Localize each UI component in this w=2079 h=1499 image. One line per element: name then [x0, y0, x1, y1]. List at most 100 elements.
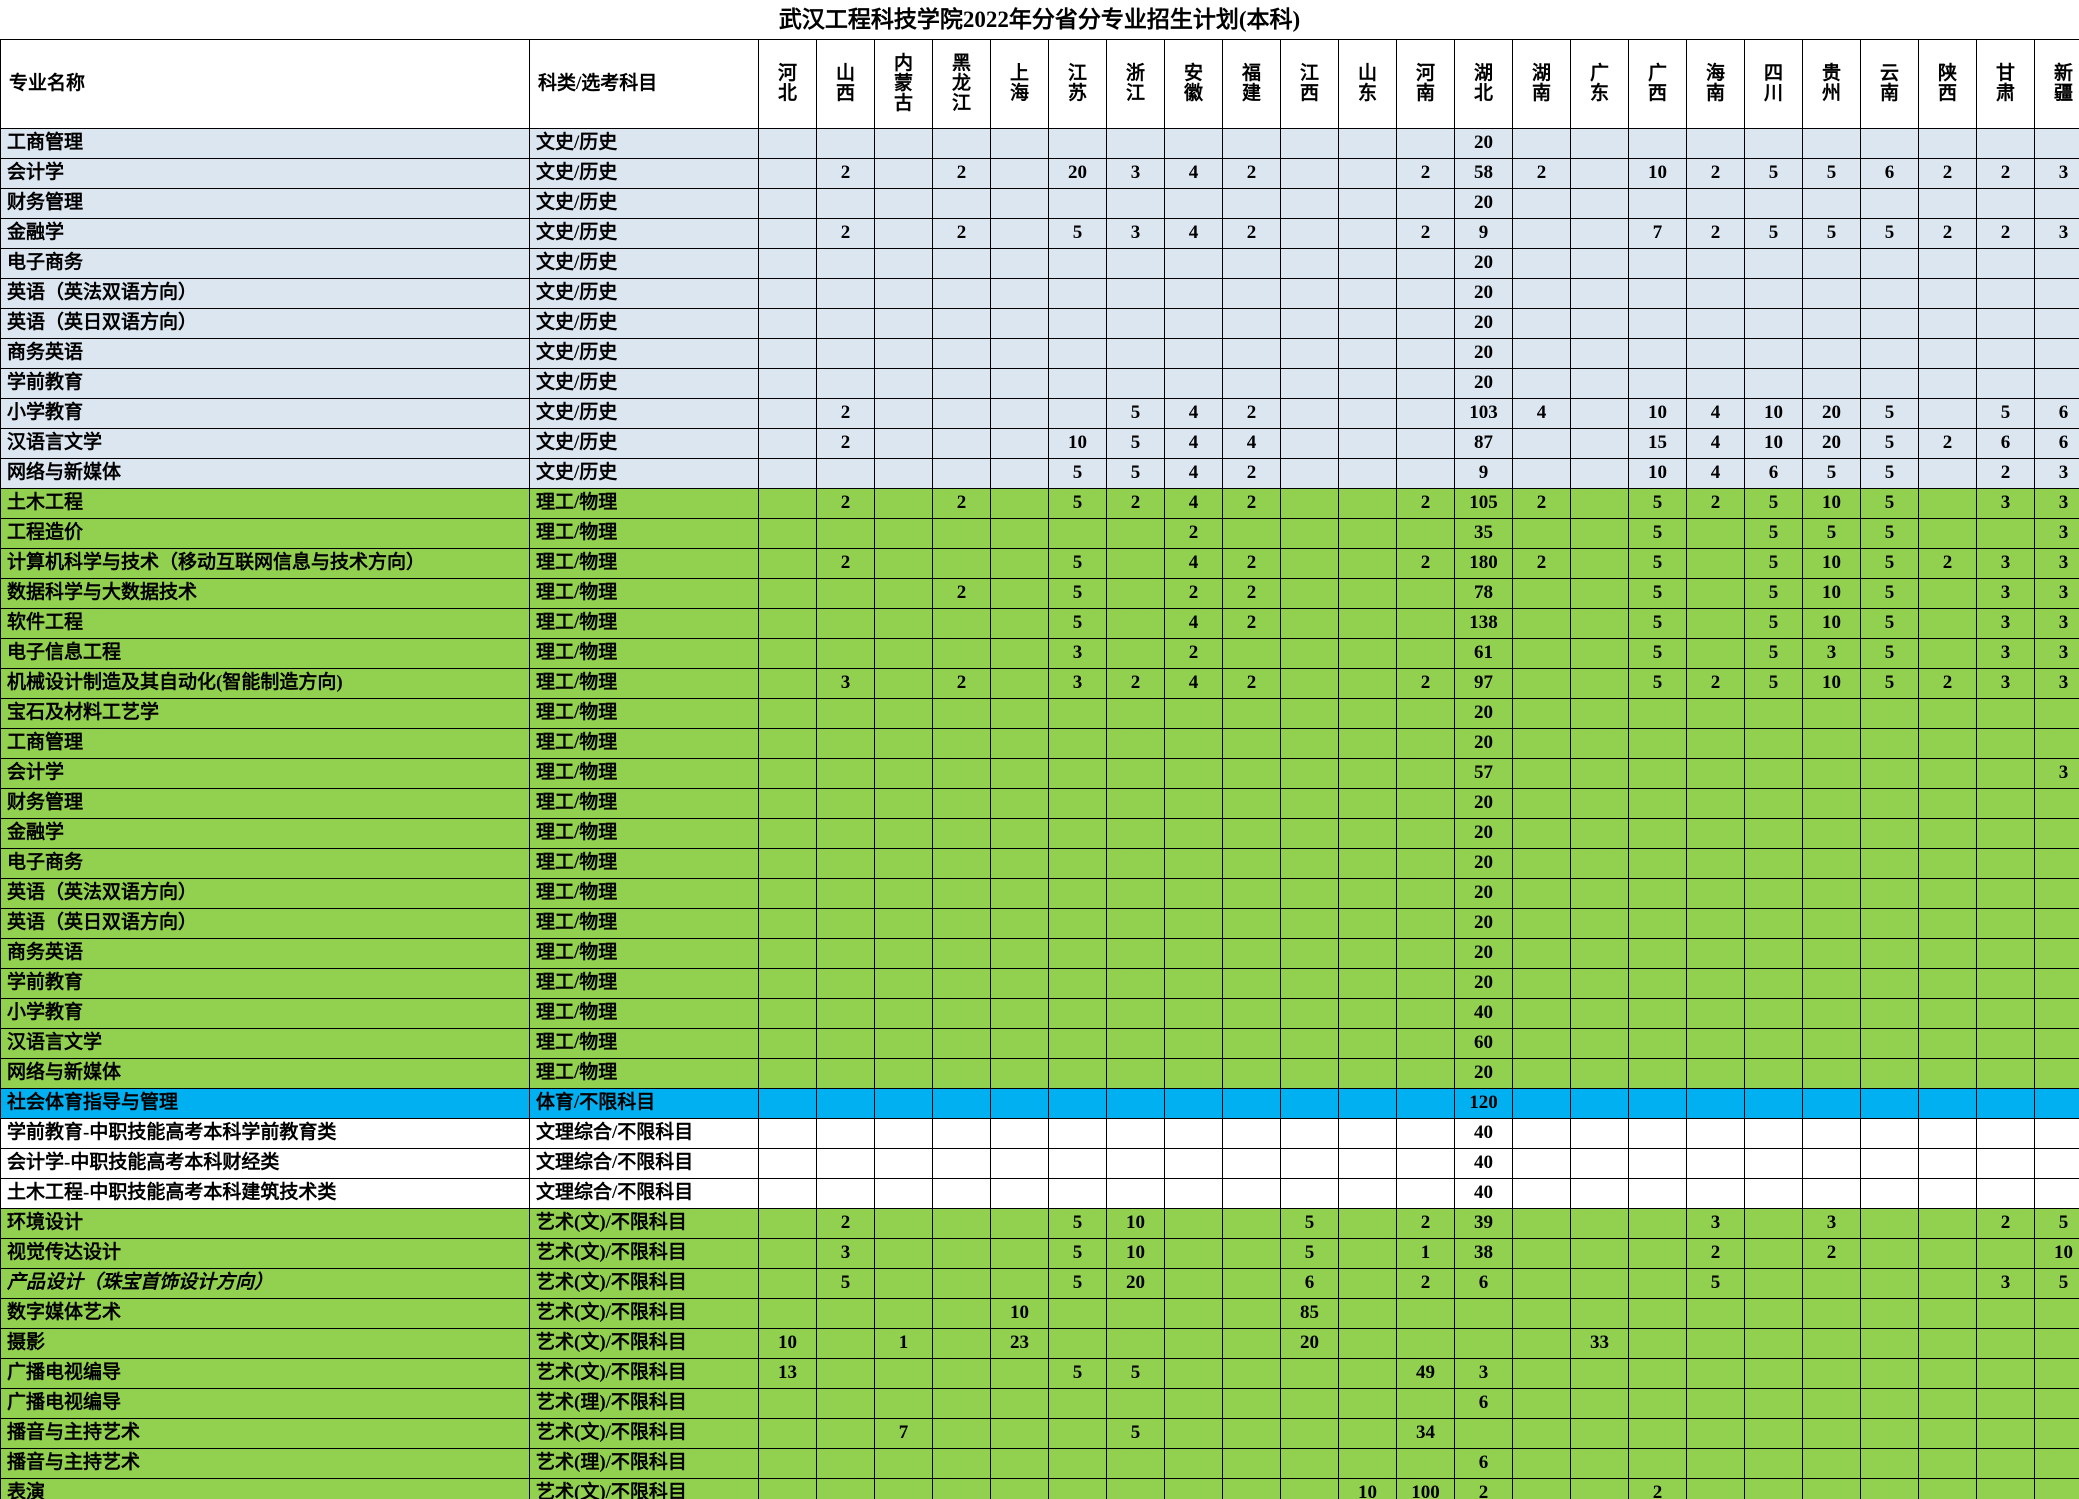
- quota-cell: [1164, 968, 1223, 999]
- quota-cell: [1106, 848, 1165, 879]
- quota-cell: [816, 1148, 875, 1179]
- subject-category-cell: 体育/不限科目: [529, 1088, 759, 1119]
- quota-cell: [932, 1058, 991, 1089]
- subject-category-cell: 艺术(文)/不限科目: [529, 1238, 759, 1269]
- quota-cell: [1976, 818, 2035, 849]
- quota-cell: [932, 1118, 991, 1149]
- province-label: 河北: [777, 62, 797, 104]
- quota-cell: [1512, 788, 1571, 819]
- quota-cell: 3: [1106, 158, 1165, 189]
- quota-cell: [1164, 1268, 1223, 1299]
- quota-cell: [2034, 278, 2079, 309]
- quota-cell: [1222, 1208, 1281, 1239]
- quota-cell: [1164, 1478, 1223, 1499]
- quota-cell: [1686, 578, 1745, 609]
- quota-cell: 33: [1570, 1328, 1629, 1359]
- quota-cell: [1744, 908, 1803, 939]
- province-label: 山东: [1357, 62, 1377, 104]
- quota-cell: [1512, 1028, 1571, 1059]
- quota-cell: [1106, 578, 1165, 609]
- quota-cell: [990, 608, 1049, 639]
- quota-cell: [1570, 128, 1629, 159]
- quota-cell: [758, 938, 817, 969]
- quota-cell: [1222, 278, 1281, 309]
- quota-cell: [1048, 1118, 1107, 1149]
- quota-cell: [1686, 638, 1745, 669]
- quota-cell: [1222, 938, 1281, 969]
- quota-cell: 5: [1744, 518, 1803, 549]
- quota-cell: 2: [1222, 218, 1281, 249]
- quota-cell: [1744, 1148, 1803, 1179]
- quota-cell: [1106, 1118, 1165, 1149]
- quota-cell: [758, 128, 817, 159]
- quota-cell: [1222, 698, 1281, 729]
- quota-cell: [1918, 308, 1977, 339]
- quota-cell: [1338, 968, 1397, 999]
- quota-cell: [1802, 1088, 1861, 1119]
- quota-cell: [874, 368, 933, 399]
- quota-cell: [1512, 1418, 1571, 1449]
- quota-cell: [1338, 308, 1397, 339]
- quota-cell: 20: [1454, 308, 1513, 339]
- major-name-cell: 英语（英日双语方向）: [0, 308, 530, 339]
- quota-cell: [758, 848, 817, 879]
- quota-cell: [1918, 1268, 1977, 1299]
- quota-cell: [990, 1388, 1049, 1419]
- quota-cell: [1106, 368, 1165, 399]
- quota-cell: [1686, 548, 1745, 579]
- subject-category-cell: 艺术(理)/不限科目: [529, 1388, 759, 1419]
- quota-cell: 5: [1860, 458, 1919, 489]
- quota-cell: [816, 908, 875, 939]
- quota-cell: [1628, 308, 1687, 339]
- quota-cell: [758, 188, 817, 219]
- quota-cell: 10: [1628, 158, 1687, 189]
- quota-cell: 7: [1628, 218, 1687, 249]
- major-name-cell: 会计学-中职技能高考本科财经类: [0, 1148, 530, 1179]
- column-header-province: 湖北: [1454, 39, 1513, 129]
- quota-cell: [1918, 1298, 1977, 1329]
- quota-cell: [758, 878, 817, 909]
- quota-cell: 5: [1048, 578, 1107, 609]
- quota-cell: [1106, 1088, 1165, 1119]
- quota-cell: 4: [1164, 218, 1223, 249]
- subject-category-cell: 文理综合/不限科目: [529, 1178, 759, 1209]
- quota-cell: [2034, 248, 2079, 279]
- column-header-province: 广西: [1628, 39, 1687, 129]
- quota-cell: [1106, 698, 1165, 729]
- quota-cell: [932, 908, 991, 939]
- quota-cell: 3: [2034, 518, 2079, 549]
- major-name-cell: 电子商务: [0, 848, 530, 879]
- quota-cell: [1918, 488, 1977, 519]
- quota-cell: [816, 1028, 875, 1059]
- quota-cell: [874, 698, 933, 729]
- column-header-province: 福建: [1222, 39, 1281, 129]
- quota-cell: [1048, 1178, 1107, 1209]
- quota-cell: [1048, 728, 1107, 759]
- quota-cell: [1744, 1208, 1803, 1239]
- quota-cell: [1106, 1298, 1165, 1329]
- quota-cell: [1976, 878, 2035, 909]
- quota-cell: [1918, 1358, 1977, 1389]
- quota-cell: [990, 848, 1049, 879]
- quota-cell: [1570, 458, 1629, 489]
- quota-cell: 97: [1454, 668, 1513, 699]
- quota-cell: [1280, 518, 1339, 549]
- quota-cell: [816, 1418, 875, 1449]
- quota-cell: [1048, 1058, 1107, 1089]
- quota-cell: [1280, 248, 1339, 279]
- quota-cell: 20: [1454, 728, 1513, 759]
- quota-cell: [932, 638, 991, 669]
- quota-cell: [874, 1208, 933, 1239]
- quota-cell: [1396, 998, 1455, 1029]
- quota-cell: [1396, 398, 1455, 429]
- quota-cell: [1918, 128, 1977, 159]
- quota-cell: [1976, 938, 2035, 969]
- table-row: 财务管理 文史/历史 20: [0, 188, 2079, 219]
- quota-cell: [1976, 698, 2035, 729]
- quota-cell: 4: [1686, 458, 1745, 489]
- quota-cell: 3: [2034, 608, 2079, 639]
- quota-cell: 5: [1106, 458, 1165, 489]
- quota-cell: 20: [1802, 428, 1861, 459]
- quota-cell: [1976, 908, 2035, 939]
- quota-cell: 5: [1744, 218, 1803, 249]
